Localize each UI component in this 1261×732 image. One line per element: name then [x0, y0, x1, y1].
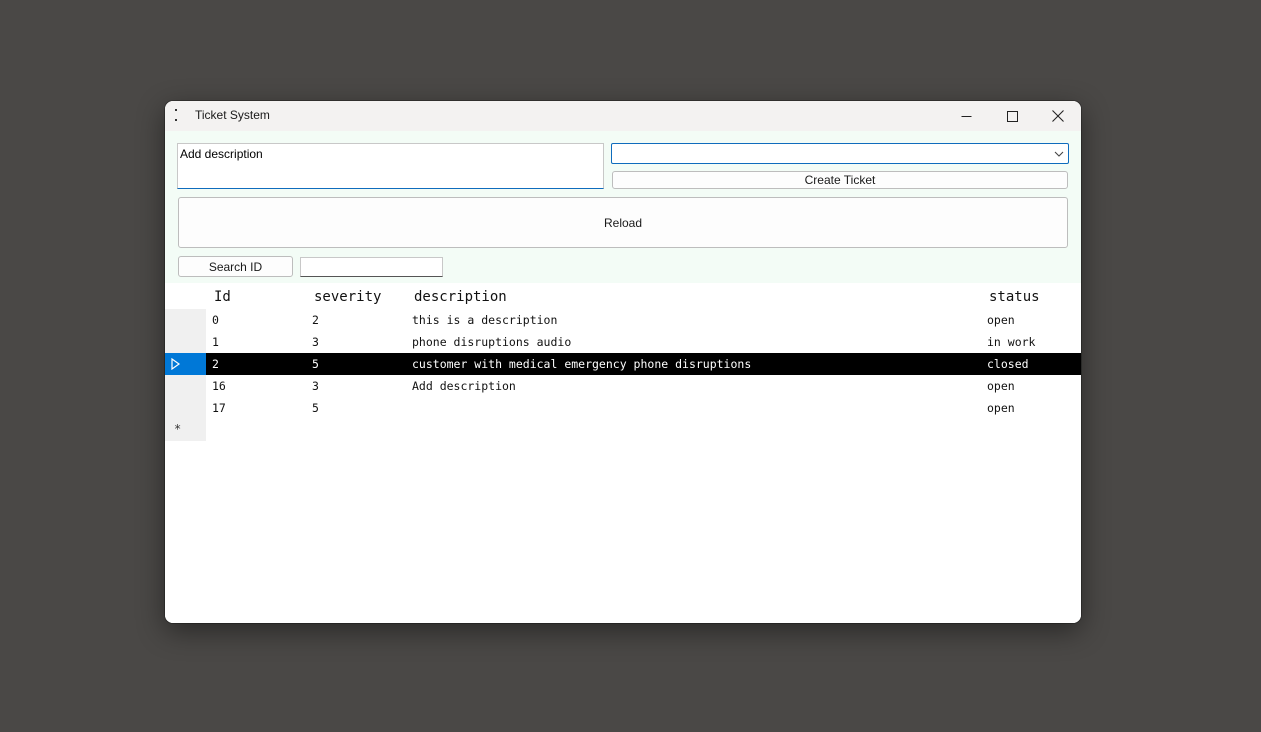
maximize-icon: [1006, 110, 1018, 122]
cell-severity[interactable]: 5: [312, 401, 319, 415]
ticket-system-window: Ticket System Create Ticket: [165, 101, 1081, 623]
search-id-button[interactable]: Search ID: [178, 256, 293, 277]
tickets-grid[interactable]: Id severity description status 0 2 this is…: [165, 283, 1081, 623]
maximize-button[interactable]: [989, 101, 1035, 131]
column-header-id[interactable]: Id: [214, 289, 231, 305]
table-row[interactable]: 1 3 phone disruptions audio in work: [165, 331, 1081, 353]
reload-label: Reload: [603, 215, 643, 230]
ticket-form-panel: Create Ticket Reload Search ID: [165, 131, 1081, 283]
row-header[interactable]: [165, 375, 206, 397]
column-header-status[interactable]: status: [989, 289, 1040, 305]
cell-description[interactable]: phone disruptions audio: [412, 335, 571, 349]
create-ticket-label: Create Ticket: [804, 173, 876, 187]
window-title: Ticket System: [195, 108, 270, 122]
new-row-header[interactable]: *: [165, 419, 206, 441]
close-icon: [1052, 110, 1064, 122]
cell-id[interactable]: 16: [212, 379, 226, 393]
cell-severity[interactable]: 3: [312, 335, 319, 349]
row-header[interactable]: [165, 309, 206, 331]
cell-severity[interactable]: 3: [312, 379, 319, 393]
app-menu-icon[interactable]: [175, 109, 177, 121]
severity-dropdown[interactable]: [611, 143, 1069, 164]
grid-corner: [165, 283, 206, 309]
new-row[interactable]: *: [165, 419, 1081, 441]
chevron-down-icon: [1054, 151, 1064, 157]
table-row[interactable]: 16 3 Add description open: [165, 375, 1081, 397]
close-button[interactable]: [1035, 101, 1081, 131]
grid-header-row: Id severity description status: [165, 283, 1081, 309]
cell-id[interactable]: 1: [212, 335, 219, 349]
new-row-glyph: *: [174, 422, 182, 436]
description-input[interactable]: [177, 143, 604, 189]
row-pointer-icon: [171, 358, 181, 370]
minimize-button[interactable]: [943, 101, 989, 131]
cell-id[interactable]: 17: [212, 401, 226, 415]
title-bar[interactable]: Ticket System: [165, 101, 1081, 131]
column-header-severity[interactable]: severity: [314, 289, 381, 305]
cell-status[interactable]: open: [987, 401, 1015, 415]
cell-status[interactable]: open: [987, 313, 1015, 327]
row-header[interactable]: [165, 331, 206, 353]
cell-description[interactable]: Add description: [412, 379, 516, 393]
cell-severity[interactable]: 2: [312, 313, 319, 327]
table-row[interactable]: 0 2 this is a description open: [165, 309, 1081, 331]
cell-severity[interactable]: 5: [312, 357, 319, 371]
minimize-icon: [961, 115, 971, 117]
row-header[interactable]: [165, 397, 206, 419]
cell-description[interactable]: customer with medical emergency phone di…: [412, 357, 751, 371]
search-id-input[interactable]: [300, 257, 443, 277]
cell-id[interactable]: 2: [212, 357, 219, 371]
cell-status[interactable]: in work: [987, 335, 1035, 349]
cell-id[interactable]: 0: [212, 313, 219, 327]
column-header-description[interactable]: description: [414, 289, 507, 305]
row-header[interactable]: [165, 353, 206, 375]
table-row[interactable]: 17 5 open: [165, 397, 1081, 419]
create-ticket-button[interactable]: Create Ticket: [612, 171, 1068, 189]
reload-button[interactable]: Reload: [178, 197, 1068, 248]
search-id-label: Search ID: [208, 259, 263, 274]
cell-status[interactable]: open: [987, 379, 1015, 393]
cell-description[interactable]: this is a description: [412, 313, 557, 327]
table-row[interactable]: 2 5 customer with medical emergency phone …: [165, 353, 1081, 375]
cell-status[interactable]: closed: [987, 357, 1029, 371]
